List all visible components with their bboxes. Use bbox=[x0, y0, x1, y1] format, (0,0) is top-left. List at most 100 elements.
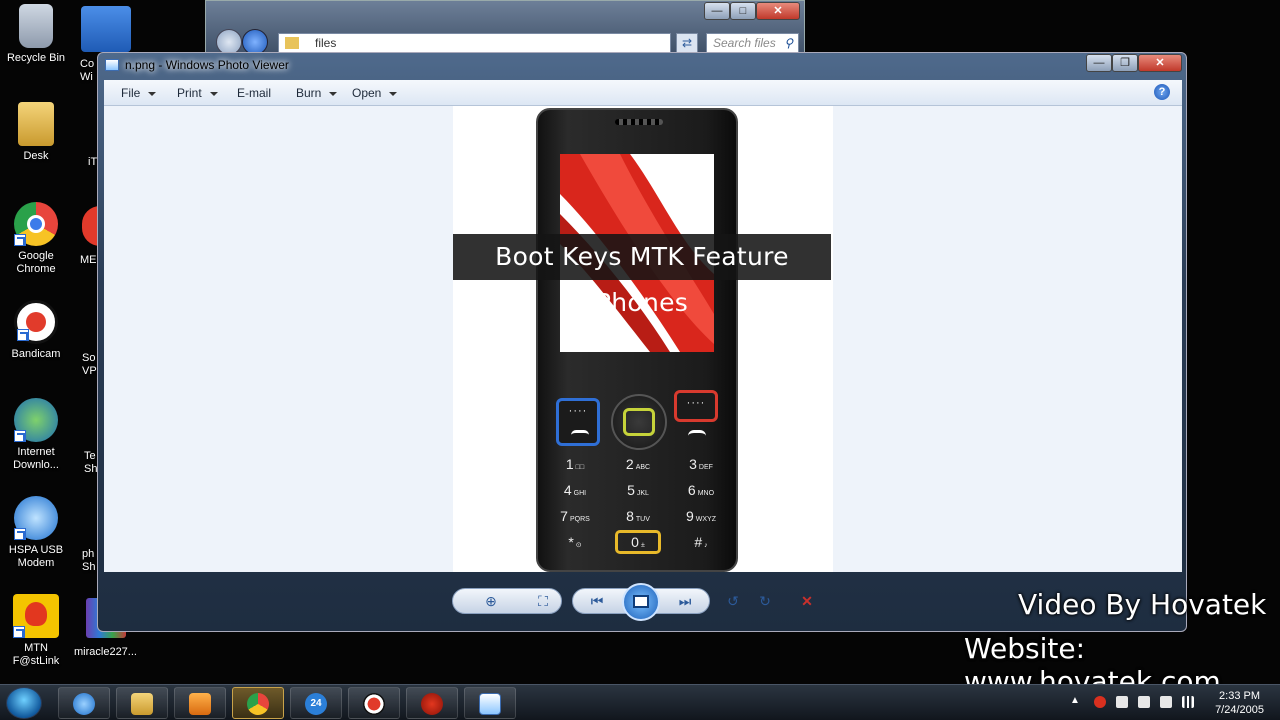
taskbar-chrome[interactable] bbox=[232, 687, 284, 719]
phone-image: ···· ···· 1 □□ 2 ABC 3 DEF 4 GHI 5 JKL 6 MNO 7… bbox=[536, 108, 738, 572]
start-button[interactable] bbox=[6, 687, 42, 719]
chevron-down-icon bbox=[148, 91, 157, 96]
desktop-icon-bandicam[interactable]: Bandicam bbox=[0, 300, 72, 361]
desktop-icon-label[interactable]: miracle227... bbox=[74, 646, 140, 659]
keypad-key: 6 MNO bbox=[671, 478, 731, 502]
refresh-button[interactable]: ⇄ bbox=[676, 33, 698, 53]
clipboard-icon[interactable] bbox=[1116, 696, 1128, 708]
key-main: 8 bbox=[626, 508, 634, 524]
taskbar-bandicam[interactable] bbox=[348, 687, 400, 719]
search-input[interactable]: Search files ⚲ bbox=[706, 33, 799, 53]
help-icon[interactable]: ? bbox=[1154, 84, 1170, 100]
volume-icon[interactable] bbox=[1160, 696, 1172, 708]
end-call-icon bbox=[688, 430, 706, 436]
menu-file-label: File bbox=[121, 86, 141, 100]
taskbar-mtn[interactable] bbox=[406, 687, 458, 719]
video-overlay-title: Boot Keys MTK Feature Phones bbox=[453, 234, 831, 317]
globe-download-icon bbox=[14, 398, 58, 442]
address-text: files bbox=[315, 36, 337, 50]
photo-viewer-window[interactable]: n.png - Windows Photo Viewer — ❐ ✕ File … bbox=[97, 52, 1187, 632]
taskbar-ie[interactable] bbox=[58, 687, 110, 719]
keypad-key: 3 DEF bbox=[671, 452, 731, 476]
key-main: # bbox=[694, 534, 703, 550]
menu-email[interactable]: E-mail bbox=[237, 80, 271, 106]
chevron-down-icon bbox=[329, 91, 338, 96]
photo-viewer-icon bbox=[479, 693, 501, 715]
minimize-button[interactable]: — bbox=[704, 2, 730, 20]
key-sub: ± bbox=[640, 542, 645, 549]
minimize-button[interactable]: — bbox=[1086, 54, 1112, 72]
close-button[interactable]: ✕ bbox=[1138, 54, 1182, 72]
bandicam-icon bbox=[363, 693, 385, 715]
taskbar-app-24[interactable]: 24 bbox=[290, 687, 342, 719]
watermark-line1: Video By Hovatek bbox=[1018, 588, 1267, 621]
chrome-icon bbox=[247, 693, 269, 715]
slideshow-icon bbox=[633, 595, 649, 608]
desktop-icon-recycle-bin[interactable]: Recycle Bin bbox=[0, 4, 72, 65]
signal-icon[interactable] bbox=[1182, 696, 1194, 708]
image-canvas: ···· ···· 1 □□ 2 ABC 3 DEF 4 GHI 5 JKL 6 MNO 7… bbox=[104, 106, 1182, 572]
slideshow-button[interactable] bbox=[622, 583, 660, 621]
show-hidden-icons[interactable]: ▲ bbox=[1070, 695, 1080, 706]
recycle-bin-icon bbox=[19, 4, 53, 48]
restore-button[interactable]: ❐ bbox=[1112, 54, 1138, 72]
desktop-icon-google-chrome[interactable]: Google Chrome bbox=[0, 202, 72, 276]
desktop-icon-internet-download-manager[interactable]: Internet Downlo... bbox=[0, 398, 72, 472]
desktop-icon-mtn-fastlink[interactable]: MTN F@stLink bbox=[0, 594, 72, 668]
taskbar-clock[interactable]: 2:33 PM 7/24/2005 bbox=[1215, 689, 1264, 717]
actual-size-icon[interactable]: ⛶ bbox=[530, 588, 556, 614]
menu-print-label: Print bbox=[177, 86, 202, 100]
key-main: 7 bbox=[560, 508, 568, 524]
desktop-icon-desk[interactable]: Desk bbox=[0, 102, 72, 163]
rotate-left-icon[interactable]: ↺ bbox=[720, 588, 746, 614]
menu-burn[interactable]: Burn bbox=[296, 80, 338, 106]
close-button[interactable]: ✕ bbox=[756, 2, 800, 20]
window-title: n.png - Windows Photo Viewer bbox=[125, 58, 289, 72]
desktop-icon-label: Internet Downlo... bbox=[13, 446, 59, 471]
previous-icon[interactable]: ⏮ bbox=[584, 588, 610, 614]
explorer-window[interactable]: — □ ✕ files ⇄ Search files ⚲ bbox=[205, 0, 805, 60]
keypad-key: 7 PQRS bbox=[545, 504, 605, 528]
globe-icon bbox=[14, 496, 58, 540]
menu-open[interactable]: Open bbox=[352, 80, 398, 106]
menu-file[interactable]: File bbox=[121, 80, 157, 106]
menu-email-label: E-mail bbox=[237, 86, 272, 100]
antivirus-icon[interactable] bbox=[1094, 696, 1106, 708]
key-sub: DEF bbox=[698, 464, 713, 471]
desktop-icon-label: HSPA USB Modem bbox=[8, 544, 64, 569]
rotate-right-icon[interactable]: ↻ bbox=[752, 588, 778, 614]
address-bar[interactable]: files bbox=[278, 33, 671, 53]
keypad-key: 9 WXYZ bbox=[671, 504, 731, 528]
action-center-flag-icon[interactable] bbox=[1138, 696, 1150, 708]
search-placeholder: Search files bbox=[713, 36, 776, 50]
taskbar-photo-viewer[interactable] bbox=[464, 687, 516, 719]
search-icon: ⚲ bbox=[784, 36, 793, 50]
keypad-key: 1 □□ bbox=[545, 452, 605, 476]
app-24-icon: 24 bbox=[305, 693, 327, 715]
key-main: 2 bbox=[625, 456, 634, 472]
mtn-icon bbox=[13, 594, 59, 638]
zoom-icon[interactable]: ⊕ bbox=[478, 588, 504, 614]
delete-icon[interactable]: ✕ bbox=[794, 588, 820, 614]
chevron-down-icon bbox=[209, 91, 218, 96]
key-sub: ABC bbox=[635, 464, 651, 471]
call-icon bbox=[571, 430, 589, 435]
next-icon[interactable]: ⏭ bbox=[672, 588, 698, 614]
taskbar: 24 ▲ 2:33 PM 7/24/2005 bbox=[0, 684, 1280, 720]
desktop-icon-label: Recycle Bin bbox=[6, 52, 66, 64]
softkey-dots: ···· bbox=[686, 397, 706, 409]
taskbar-media-player[interactable] bbox=[174, 687, 226, 719]
desktop-icon-hspa-usb-modem[interactable]: HSPA USB Modem bbox=[0, 496, 72, 570]
shortcut-arrow-icon bbox=[14, 430, 26, 442]
desktop: Recycle Bin Desk Google Chrome Bandicam … bbox=[0, 0, 1280, 720]
keypad-key-zero: 0 ± bbox=[615, 530, 661, 554]
taskbar-explorer[interactable] bbox=[116, 687, 168, 719]
partial-icon-tile bbox=[81, 6, 131, 52]
folder-icon bbox=[131, 693, 153, 715]
key-main: 3 bbox=[689, 456, 697, 472]
ok-key bbox=[623, 408, 655, 436]
keypad-key: * ⊙ bbox=[545, 530, 605, 554]
maximize-button[interactable]: □ bbox=[730, 2, 756, 20]
menu-print[interactable]: Print bbox=[177, 80, 218, 106]
chrome-icon bbox=[14, 202, 58, 246]
